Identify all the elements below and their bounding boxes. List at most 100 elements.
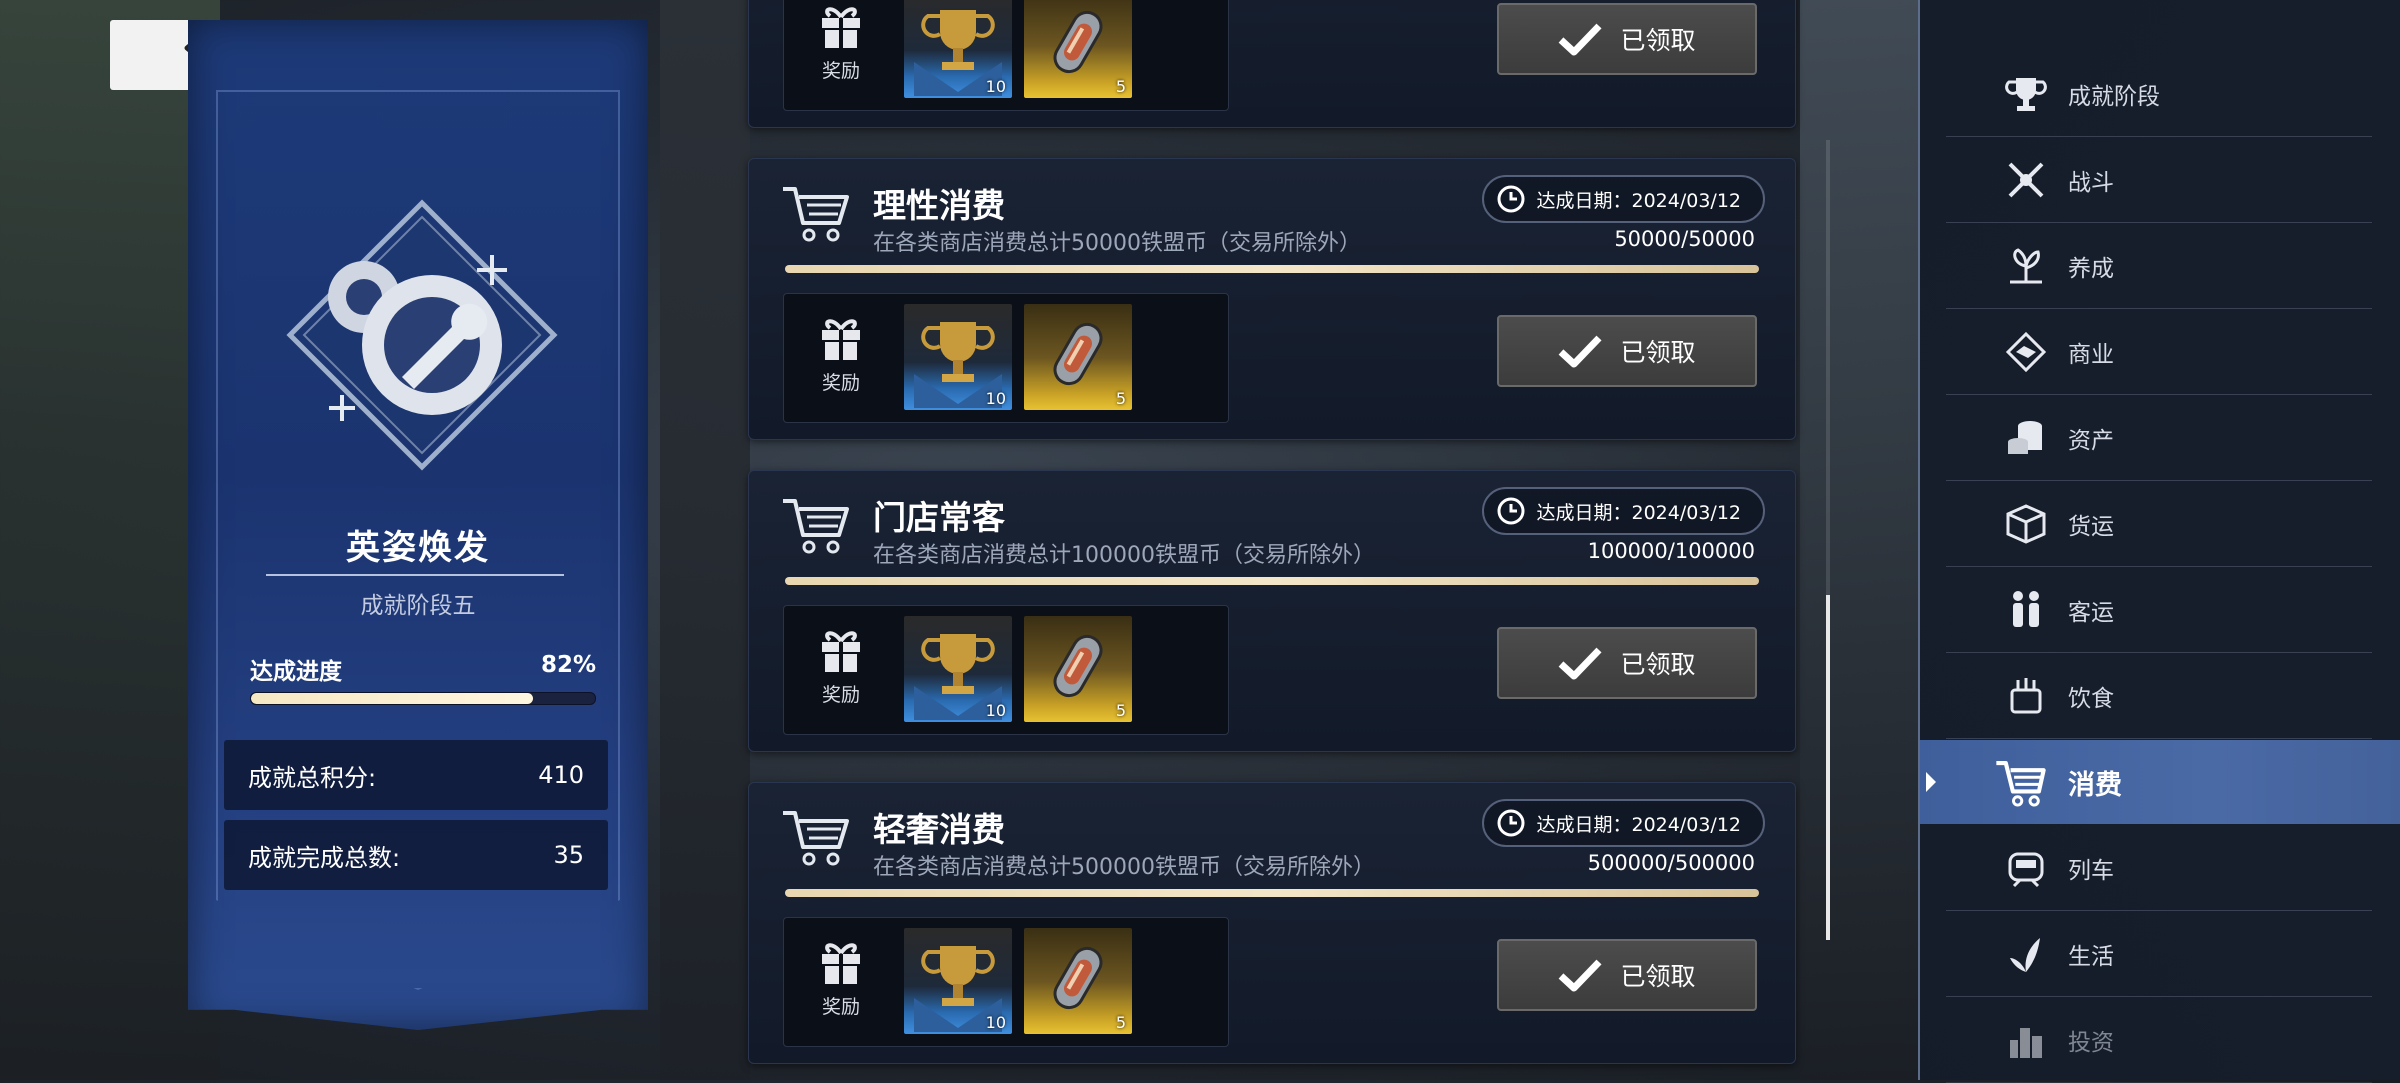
progress-count: 50000/50000: [1614, 227, 1755, 251]
nav-item-crossed-swords[interactable]: 战斗: [1946, 138, 2372, 223]
claimed-button[interactable]: 已领取: [1497, 3, 1757, 75]
background-right: [1800, 0, 1920, 1080]
total-completed-stat: 成就完成总数: 35: [224, 820, 608, 890]
trophy-icon: [2005, 78, 2047, 111]
item-quantity: 5: [1115, 389, 1126, 408]
achievement-progress-bar: [785, 577, 1759, 585]
item-quantity: 5: [1115, 77, 1126, 96]
cart-icon: [783, 811, 849, 866]
claimed-button[interactable]: 已领取: [1497, 939, 1757, 1011]
nav-item-passengers[interactable]: 客运: [1946, 568, 2372, 653]
achievement-card: 理性消费 在各类商店消费总计50000铁盟币（交易所除外） 达成日期：2024/…: [748, 158, 1796, 440]
item-quantity: 10: [985, 77, 1006, 96]
reward-gift: 奖励: [814, 2, 868, 88]
nav-item-label: 饮食: [2068, 686, 2114, 712]
achievement-progress-bar: [785, 265, 1759, 273]
trophy-reward-item[interactable]: 10: [904, 0, 1012, 98]
nav-item-label: 列车: [2068, 858, 2114, 884]
reward-panel: 奖励 10 5: [783, 0, 1229, 111]
date-text: 达成日期：2024/03/12: [1536, 501, 1741, 524]
stage-subtitle: 成就阶段五: [360, 593, 476, 619]
nav-item-growth[interactable]: 养成: [1946, 224, 2372, 309]
progress-count: 500000/500000: [1587, 851, 1755, 875]
completion-date: 达成日期：2024/03/12: [1482, 799, 1765, 847]
item-quantity: 10: [985, 389, 1006, 408]
background-left: [0, 0, 220, 1080]
achievement-title: 轻奢消费: [873, 810, 1005, 849]
nav-item-label: 消费: [2068, 769, 2122, 801]
nav-item-food[interactable]: 饮食: [1946, 654, 2372, 739]
progress-bar: [250, 692, 596, 705]
achievement-description: 在各类商店消费总计50000铁盟币（交易所除外）: [873, 231, 1361, 256]
food-icon: [2010, 678, 2042, 714]
achievement-title: 理性消费: [873, 186, 1005, 225]
nav-item-label: 货运: [2068, 514, 2114, 540]
trophy-reward-item[interactable]: 10: [904, 616, 1012, 722]
cart-icon: [783, 499, 849, 554]
checkmark-icon: [1559, 959, 1603, 992]
checkmark-icon: [1559, 647, 1603, 680]
gift-icon: [822, 7, 860, 50]
clock-icon: [1497, 809, 1525, 837]
cargo-box-icon: [2006, 504, 2046, 544]
progress-bar-fill: [251, 693, 534, 704]
train-icon: [2008, 852, 2044, 888]
capsule-reward-item[interactable]: 5: [1024, 616, 1132, 722]
stage-title: 英姿焕发: [346, 528, 490, 568]
claimed-button[interactable]: 已领取: [1497, 315, 1757, 387]
nav-item-label: 商业: [2068, 342, 2114, 368]
capsule-reward-item[interactable]: 5: [1024, 0, 1132, 98]
nav-item-cargo-box[interactable]: 货运: [1946, 482, 2372, 567]
reward-label: 奖励: [821, 684, 860, 706]
passengers-icon: [2013, 591, 2039, 627]
reward-gift: 奖励: [814, 938, 868, 1024]
gift-icon: [822, 319, 860, 362]
completion-date: 达成日期：2024/03/12: [1482, 487, 1765, 535]
capsule-reward-item[interactable]: 5: [1024, 928, 1132, 1034]
date-text: 达成日期：2024/03/12: [1536, 813, 1741, 836]
nav-item-handshake[interactable]: 商业: [1946, 310, 2372, 395]
wrench-gear-emblem-icon: [286, 199, 558, 471]
nav-item-leaf[interactable]: 生活: [1946, 912, 2372, 997]
claimed-button[interactable]: 已领取: [1497, 627, 1757, 699]
stat-value: 35: [553, 841, 584, 869]
achievement-card: 门店常客 在各类商店消费总计100000铁盟币（交易所除外） 达成日期：2024…: [748, 470, 1796, 752]
nav-item-city[interactable]: 投资: [1946, 998, 2372, 1083]
nav-item-label: 投资: [2068, 1030, 2114, 1056]
nav-item-train[interactable]: 列车: [1946, 826, 2372, 911]
claim-label: 已领取: [1620, 650, 1696, 679]
claim-label: 已领取: [1620, 338, 1696, 367]
total-points-stat: 成就总积分: 410: [224, 740, 608, 810]
leaf-icon: [2010, 938, 2040, 972]
nav-item-trophy[interactable]: 成就阶段: [1946, 52, 2372, 137]
background-mid: [660, 0, 750, 1080]
scrollbar-thumb[interactable]: [1826, 595, 1830, 940]
reward-panel: 奖励 10 5: [783, 605, 1229, 735]
nav-item-label: 资产: [2068, 428, 2114, 454]
completion-date: 达成日期：2024/03/12: [1482, 175, 1765, 223]
achievement-stage-banner: 英姿焕发 成就阶段五 达成进度 82% 成就总积分: 410 成就完成总数: 3…: [188, 20, 648, 1030]
achievement-card: 奖励 10 5 已领取: [748, 0, 1796, 128]
city-icon: [2010, 1028, 2042, 1058]
claim-label: 已领取: [1620, 962, 1696, 991]
item-quantity: 5: [1115, 1013, 1126, 1032]
achievement-progress-bar: [785, 889, 1759, 897]
date-text: 达成日期：2024/03/12: [1536, 189, 1741, 212]
nav-item-coins[interactable]: 资产: [1946, 396, 2372, 481]
checkmark-icon: [1559, 335, 1603, 368]
cart-icon: [783, 187, 849, 242]
capsule-reward-item[interactable]: 5: [1024, 304, 1132, 410]
progress-label: 达成进度: [250, 659, 342, 685]
reward-label: 奖励: [821, 60, 860, 82]
nav-item-label: 养成: [2068, 256, 2114, 282]
nav-item-cart[interactable]: 消费: [1920, 740, 2400, 824]
achievement-title: 门店常客: [873, 498, 1005, 537]
achievement-card: 轻奢消费 在各类商店消费总计500000铁盟币（交易所除外） 达成日期：2024…: [748, 782, 1796, 1064]
item-quantity: 5: [1115, 701, 1126, 720]
trophy-reward-item[interactable]: 10: [904, 304, 1012, 410]
achievement-description: 在各类商店消费总计500000铁盟币（交易所除外）: [873, 855, 1375, 880]
nav-item-label: 生活: [2068, 944, 2114, 970]
divider: [266, 574, 564, 576]
trophy-reward-item[interactable]: 10: [904, 928, 1012, 1034]
reward-gift: 奖励: [814, 626, 868, 712]
